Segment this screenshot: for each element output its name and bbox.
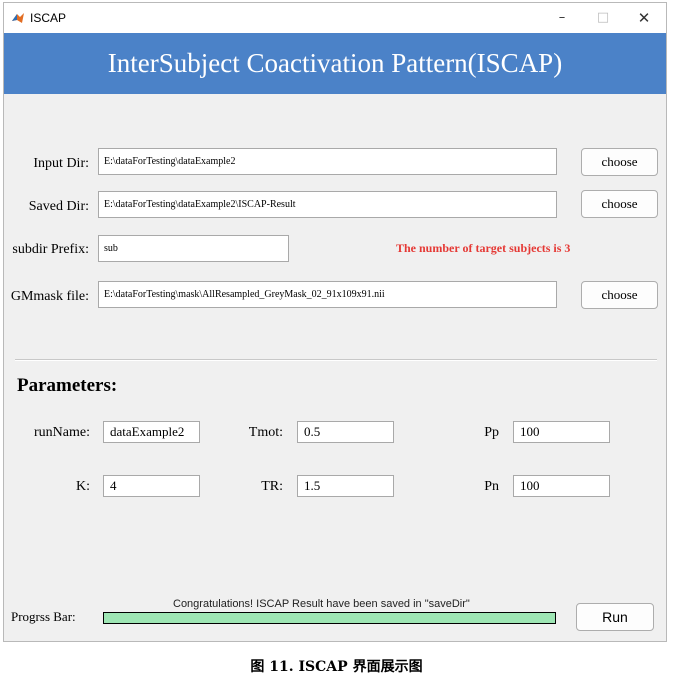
subdir-prefix-label: subdir Prefix: — [12, 242, 89, 257]
gm-mask-label: GMmask file: — [10, 289, 89, 304]
tmot-field[interactable]: 0.5 — [297, 421, 394, 443]
pp-field[interactable]: 100 — [513, 421, 610, 443]
tr-label: TR: — [261, 479, 283, 494]
app-window: ISCAP – □ ✕ InterSubject Coactivation Pa… — [3, 2, 667, 642]
saved-dir-field[interactable]: E:\dataForTesting\dataExample2\ISCAP-Res… — [98, 191, 557, 218]
title-bar: ISCAP – □ ✕ — [4, 3, 666, 33]
input-dir-choose-button[interactable]: choose — [581, 148, 658, 176]
matlab-icon — [12, 13, 24, 23]
maximize-button[interactable]: □ — [585, 3, 621, 33]
pp-label: Pp — [484, 425, 499, 440]
app-heading: InterSubject Coactivation Pattern(ISCAP) — [107, 48, 563, 78]
k-field[interactable]: 4 — [103, 475, 200, 497]
progress-bar — [103, 612, 556, 624]
progress-fill — [104, 613, 555, 623]
pn-label: Pn — [484, 479, 499, 494]
run-name-field[interactable]: dataExample2 — [103, 421, 200, 443]
subdir-prefix-field[interactable]: sub — [98, 235, 289, 262]
gm-mask-field[interactable]: E:\dataForTesting\mask\AllResampled_Grey… — [98, 281, 557, 308]
saved-dir-label: Saved Dir: — [28, 199, 89, 214]
gm-mask-choose-button[interactable]: choose — [581, 281, 658, 309]
close-button[interactable]: ✕ — [626, 3, 662, 33]
k-label: K: — [76, 479, 90, 494]
input-dir-field[interactable]: E:\dataForTesting\dataExample2 — [98, 148, 557, 175]
section-divider — [15, 359, 657, 361]
input-dir-label: Input Dir: — [33, 156, 89, 171]
header-banner: InterSubject Coactivation Pattern(ISCAP) — [4, 33, 666, 94]
subject-count-message: The number of target subjects is 3 — [396, 241, 571, 255]
figure-caption: 图 11. ISCAP 界面展示图 — [250, 659, 423, 675]
run-name-label: runName: — [34, 425, 90, 440]
saved-dir-choose-button[interactable]: choose — [581, 190, 658, 218]
tmot-label: Tmot: — [248, 425, 283, 440]
status-message: Congratulations! ISCAP Result have been … — [173, 598, 470, 610]
parameters-heading: Parameters: — [17, 375, 118, 396]
window-title: ISCAP — [30, 11, 67, 25]
pn-field[interactable]: 100 — [513, 475, 610, 497]
tr-field[interactable]: 1.5 — [297, 475, 394, 497]
run-button[interactable]: Run — [576, 603, 654, 631]
progress-label: Progrss Bar: — [11, 609, 76, 624]
minimize-button[interactable]: – — [544, 3, 580, 33]
